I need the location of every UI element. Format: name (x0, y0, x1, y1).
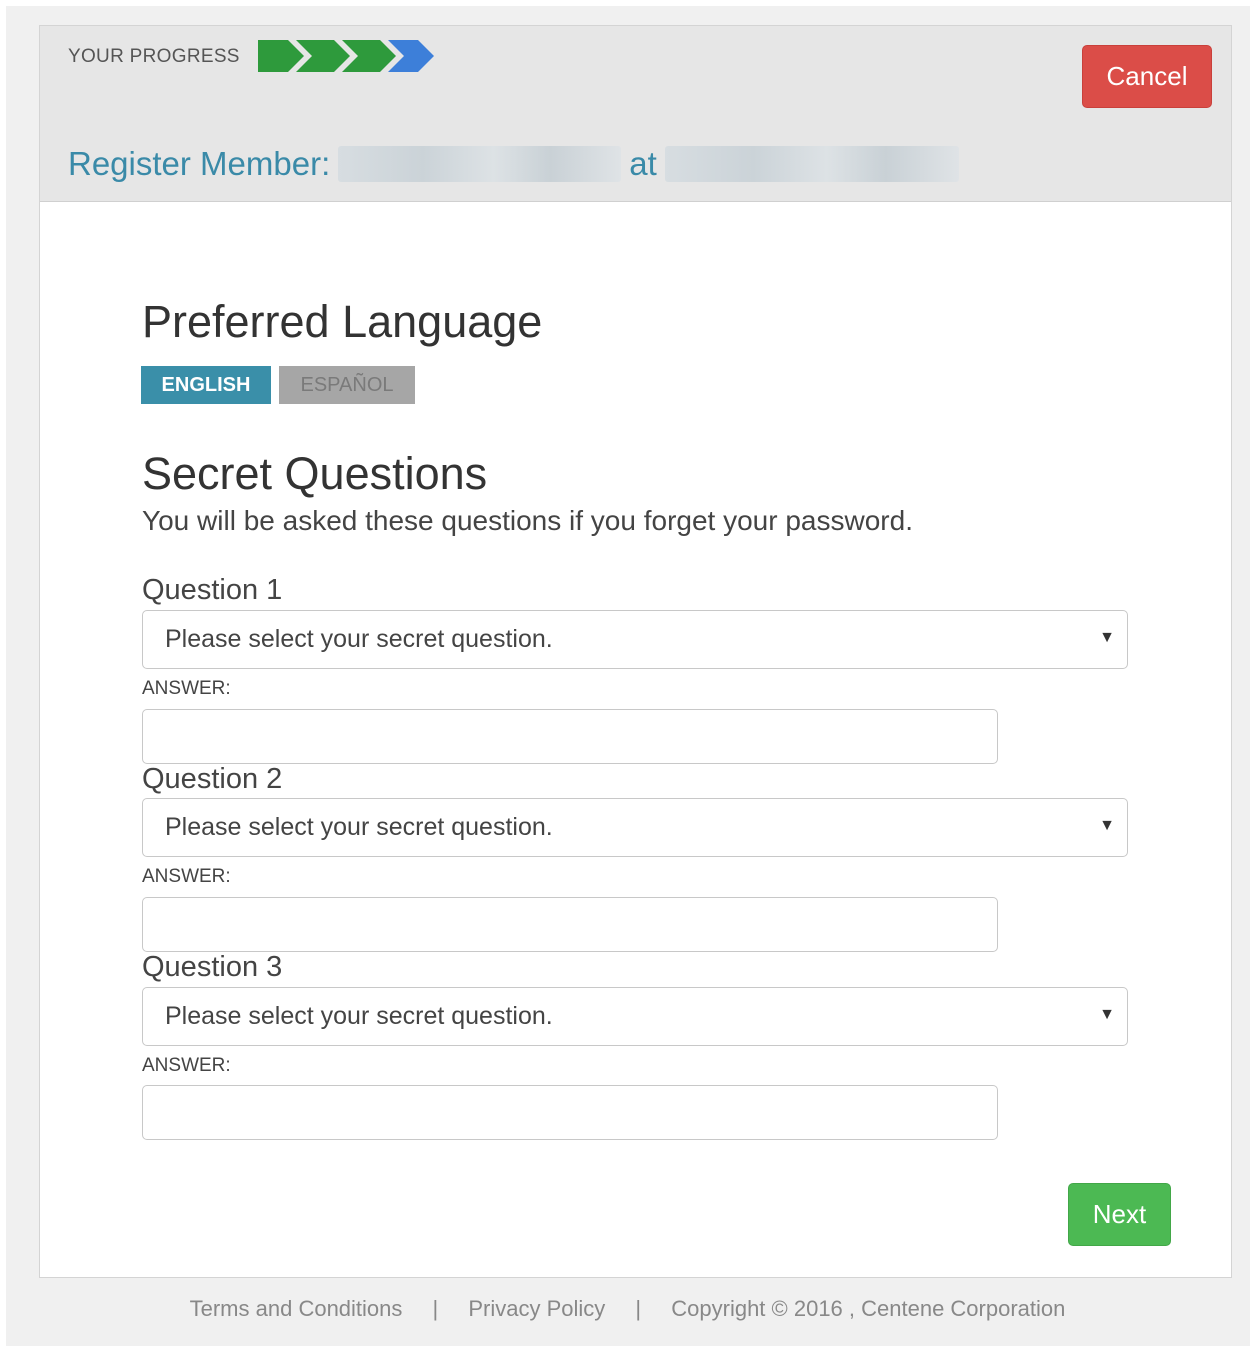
redacted-member-name (338, 146, 622, 182)
spanish-button[interactable]: ESPAÑOL (279, 366, 415, 404)
secret-questions-subtitle: You will be asked these questions if you… (142, 505, 913, 536)
next-button[interactable]: Next (1068, 1183, 1171, 1246)
redacted-organization (664, 146, 959, 182)
question-3-label: Question 3 (142, 951, 283, 983)
question-1-label: Question 1 (142, 574, 283, 606)
cancel-button[interactable]: Cancel (1082, 45, 1212, 108)
footer-separator: | (635, 1296, 642, 1321)
question-3-select[interactable]: Please select your secret question. ▼ (142, 987, 1128, 1046)
privacy-link[interactable]: Privacy Policy (468, 1296, 605, 1322)
question-1-select-value: Please select your secret question. (165, 625, 553, 653)
caret-down-icon: ▼ (1099, 629, 1115, 646)
answer-2-label: ANSWER: (142, 866, 231, 887)
question-2-select-value: Please select your secret question. (165, 813, 553, 841)
answer-3-input[interactable] (142, 1085, 998, 1140)
answer-1-label: ANSWER: (142, 678, 231, 699)
footer: Terms and Conditions | Privacy Policy | … (0, 1296, 1255, 1322)
progress-label: YOUR PROGRESS (68, 46, 240, 67)
registration-card: YOUR PROGRESS Cancel Register Member: at… (39, 25, 1232, 1278)
secret-questions-heading: Secret Questions (142, 448, 488, 499)
progress-step-1-icon (258, 40, 304, 72)
english-button[interactable]: ENGLISH (141, 366, 271, 404)
at-label: at (629, 145, 657, 182)
progress-step-3-icon (342, 40, 396, 72)
question-2-label: Question 2 (142, 763, 283, 795)
question-2-select[interactable]: Please select your secret question. ▼ (142, 798, 1128, 857)
progress-chevrons (258, 40, 434, 72)
caret-down-icon: ▼ (1099, 1006, 1115, 1023)
register-member-label: Register Member: (68, 145, 331, 182)
answer-1-input[interactable] (142, 709, 998, 764)
page-background: YOUR PROGRESS Cancel Register Member: at… (6, 6, 1250, 1346)
terms-link[interactable]: Terms and Conditions (190, 1296, 403, 1322)
header: YOUR PROGRESS Cancel Register Member: at (40, 26, 1231, 202)
answer-2-input[interactable] (142, 897, 998, 952)
answer-3-label: ANSWER: (142, 1055, 231, 1076)
copyright-text: Copyright © 2016 , Centene Corporation (671, 1296, 1066, 1321)
question-3-select-value: Please select your secret question. (165, 1002, 553, 1030)
caret-down-icon: ▼ (1099, 817, 1115, 834)
progress-step-2-icon (296, 40, 350, 72)
preferred-language-heading: Preferred Language (142, 296, 543, 347)
register-member-line: Register Member: at (68, 144, 959, 184)
question-1-select[interactable]: Please select your secret question. ▼ (142, 610, 1128, 669)
footer-separator: | (432, 1296, 439, 1321)
